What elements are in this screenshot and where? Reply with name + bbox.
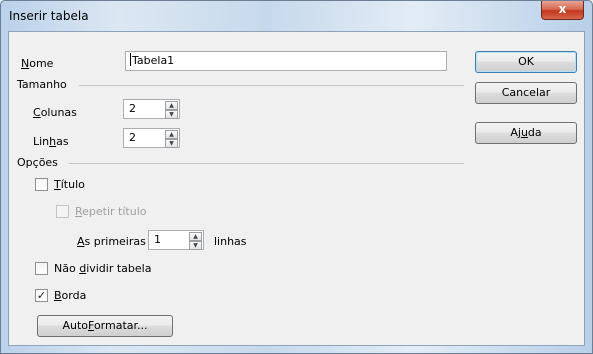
help-button[interactable]: Ajuda xyxy=(475,122,577,144)
size-separator xyxy=(79,85,464,86)
first-rows-up-arrow-icon[interactable]: ▲ xyxy=(189,232,202,241)
name-input-value: Tabela1 xyxy=(132,54,175,67)
rows-label: Linhas xyxy=(33,135,69,148)
ok-button[interactable]: OK xyxy=(475,51,577,73)
dialog-title: Inserir tabela xyxy=(9,9,89,23)
first-rows-spinner[interactable]: 1 ▲ ▼ xyxy=(148,230,204,250)
close-icon: x xyxy=(558,2,567,16)
name-input[interactable]: Tabela1 xyxy=(125,51,447,71)
autoformat-button[interactable]: AutoFormatar... xyxy=(37,315,173,337)
rows-spinner[interactable]: 2 ▲ ▼ xyxy=(123,128,180,148)
cancel-button[interactable]: Cancelar xyxy=(475,82,577,104)
options-separator xyxy=(69,163,464,164)
name-label: Nome xyxy=(21,57,54,70)
no-split-table-checkbox[interactable] xyxy=(35,262,48,275)
dialog-body: Nome Tabela1 Tamanho Colunas 2 ▲ ▼ Linha… xyxy=(8,31,585,346)
rows-value: 2 xyxy=(129,131,136,144)
border-label[interactable]: Borda xyxy=(54,289,86,302)
rows-down-arrow-icon[interactable]: ▼ xyxy=(165,139,178,148)
rows-up-arrow-icon[interactable]: ▲ xyxy=(165,130,178,139)
border-checkbox[interactable]: ✓ xyxy=(35,289,48,302)
columns-label: Colunas xyxy=(33,106,77,119)
options-section-label: Opções xyxy=(17,156,58,169)
first-rows-value: 1 xyxy=(154,233,161,246)
first-rows-suffix: linhas xyxy=(214,235,247,248)
columns-value: 2 xyxy=(129,102,136,115)
check-icon: ✓ xyxy=(36,289,47,302)
repeat-title-checkbox[interactable] xyxy=(56,205,69,218)
title-checkbox-label[interactable]: Título xyxy=(54,178,85,191)
repeat-title-label: Repetir título xyxy=(75,205,147,218)
title-bar[interactable]: Inserir tabela x xyxy=(1,1,592,29)
first-rows-label: As primeiras xyxy=(77,235,146,248)
size-section-label: Tamanho xyxy=(17,78,67,91)
columns-spinner[interactable]: 2 ▲ ▼ xyxy=(123,99,180,119)
close-button[interactable]: x xyxy=(541,1,584,20)
insert-table-dialog: Inserir tabela x Nome Tabela1 Tamanho Co… xyxy=(0,0,593,354)
columns-down-arrow-icon[interactable]: ▼ xyxy=(165,110,178,119)
columns-up-arrow-icon[interactable]: ▲ xyxy=(165,101,178,110)
title-checkbox[interactable] xyxy=(35,178,48,191)
no-split-table-label[interactable]: Não dividir tabela xyxy=(54,262,151,275)
first-rows-down-arrow-icon[interactable]: ▼ xyxy=(189,241,202,250)
